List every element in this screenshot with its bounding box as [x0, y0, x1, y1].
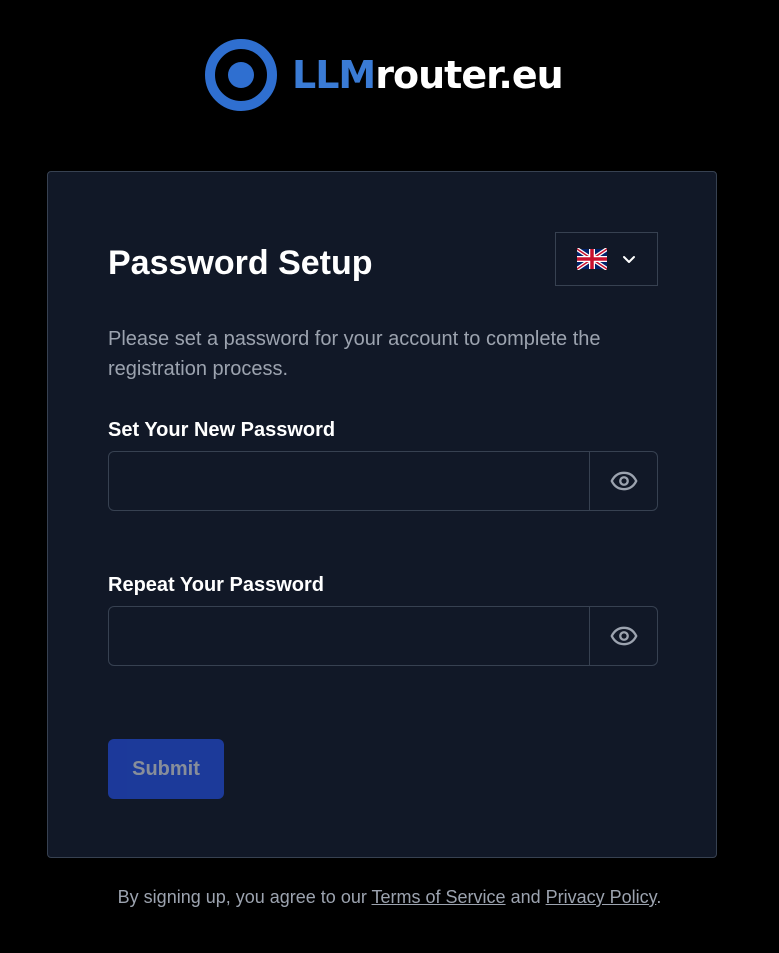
new-password-label: Set Your New Password — [108, 419, 336, 441]
footer-prefix: By signing up, you agree to our — [117, 887, 372, 907]
submit-button[interactable]: Submit — [108, 739, 224, 799]
toggle-repeat-password-visibility-button[interactable] — [589, 607, 657, 665]
brand-wordmark-part-a: LLM — [292, 53, 376, 97]
password-setup-card: Password Setup Please set a password for… — [47, 171, 717, 858]
repeat-password-field-group — [108, 606, 658, 666]
brand-wordmark: LLMrouter.eu — [292, 53, 564, 97]
brand-wordmark-part-b: router.eu — [375, 53, 563, 97]
chevron-down-icon — [622, 256, 635, 263]
privacy-policy-link[interactable]: Privacy Policy — [546, 887, 657, 907]
new-password-input[interactable] — [109, 452, 589, 510]
repeat-password-input[interactable] — [109, 607, 589, 665]
brand-logo: LLMrouter.eu — [204, 38, 564, 112]
repeat-password-label: Repeat Your Password — [108, 574, 324, 596]
uk-flag-icon — [576, 248, 607, 270]
footer-suffix: . — [656, 887, 662, 907]
new-password-field-group — [108, 451, 658, 511]
footer-legal-text: By signing up, you agree to our Terms of… — [0, 884, 779, 910]
language-selector[interactable] — [555, 232, 658, 286]
terms-of-service-link[interactable]: Terms of Service — [372, 887, 506, 907]
eye-icon — [610, 471, 637, 491]
llmrouter-logo-icon — [205, 39, 277, 111]
toggle-new-password-visibility-button[interactable] — [589, 452, 657, 510]
eye-icon — [610, 626, 637, 646]
footer-conjunction: and — [505, 887, 546, 907]
page-title: Password Setup — [108, 244, 373, 282]
description-text: Please set a password for your account t… — [108, 328, 601, 380]
